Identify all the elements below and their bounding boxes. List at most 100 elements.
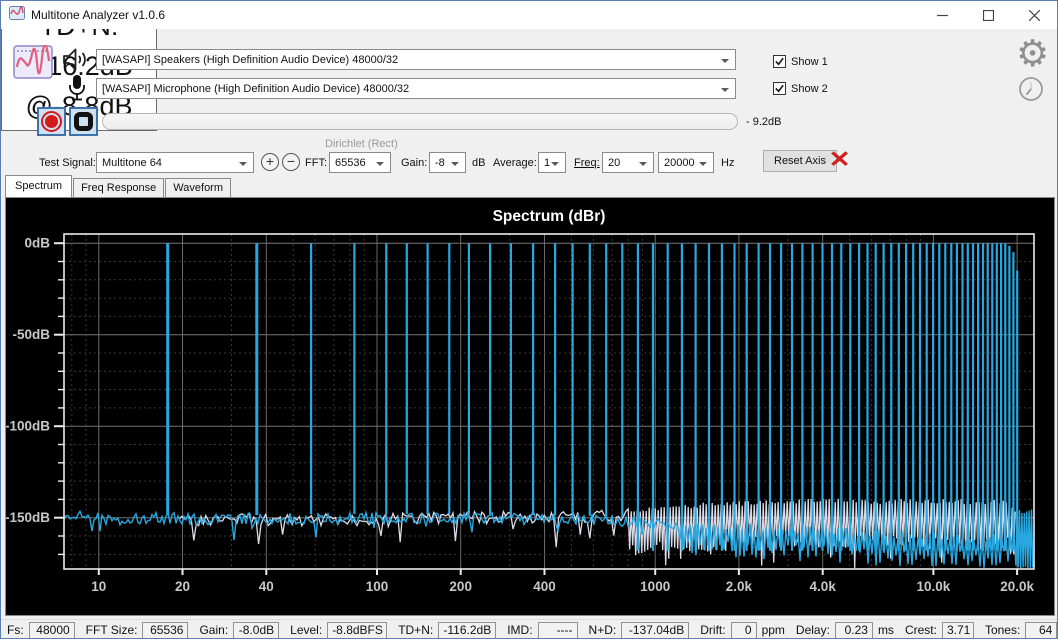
show2-checkbox[interactable]: Show 2 bbox=[773, 82, 828, 95]
speaker-icon bbox=[61, 47, 88, 77]
status-label: TD+N: bbox=[398, 623, 433, 637]
microphone-icon bbox=[67, 74, 87, 107]
close-button[interactable] bbox=[1011, 1, 1057, 29]
chevron-down-icon bbox=[451, 162, 459, 166]
fft-window-label: Dirichlet (Rect) bbox=[325, 138, 398, 150]
status-field-fftsize: FFT Size: 65536 bbox=[86, 622, 189, 639]
history-clock-icon[interactable] bbox=[1017, 75, 1045, 108]
status-field-fs: Fs:48000 bbox=[7, 622, 75, 639]
gain-value: -8 bbox=[435, 157, 445, 169]
gain-select[interactable]: -8 bbox=[429, 152, 466, 173]
freq-high-select[interactable]: 20000 bbox=[658, 152, 714, 173]
svg-text:1000: 1000 bbox=[640, 579, 670, 594]
fft-size-select[interactable]: 65536 bbox=[329, 152, 391, 173]
freq-low-value: 20 bbox=[608, 157, 620, 169]
svg-text:100: 100 bbox=[366, 579, 389, 594]
tab-strip: SpectrumFreq ResponseWaveform bbox=[5, 176, 232, 197]
fft-label: FFT: bbox=[305, 157, 327, 169]
status-value: ---- bbox=[538, 622, 578, 639]
output-device-select[interactable]: [WASAPI] Speakers (High Definition Audio… bbox=[96, 49, 736, 70]
status-field-tdn: TD+N: -116.2dB bbox=[398, 622, 496, 639]
chevron-down-icon bbox=[376, 162, 384, 166]
status-field-delay: Delay:0.23ms bbox=[796, 622, 894, 639]
stop-button[interactable] bbox=[69, 107, 98, 136]
status-unit: ppm bbox=[762, 623, 785, 637]
settings-gear-icon[interactable]: ⚙ bbox=[1016, 35, 1049, 73]
status-field-crest: Crest: 3.71 bbox=[905, 622, 974, 639]
status-field-drift: Drift: 0 ppm bbox=[700, 622, 785, 639]
freq-unit-label: Hz bbox=[721, 157, 734, 169]
test-signal-label: Test Signal: bbox=[39, 157, 96, 169]
maximize-button[interactable] bbox=[965, 1, 1011, 29]
status-bar: Fs:48000 FFT Size: 65536 Gain: -8.0dB Level: -… bbox=[1, 619, 1057, 639]
svg-text:20.0k: 20.0k bbox=[1000, 579, 1034, 594]
input-device-select[interactable]: [WASAPI] Microphone (High Definition Aud… bbox=[96, 78, 736, 99]
svg-text:10.0k: 10.0k bbox=[917, 579, 951, 594]
test-signal-value: Multitone 64 bbox=[102, 157, 162, 169]
svg-text:-50dB: -50dB bbox=[12, 327, 50, 342]
add-tone-button[interactable]: + bbox=[261, 153, 279, 171]
svg-text:2.0k: 2.0k bbox=[726, 579, 753, 594]
reset-axis-label: Reset Axis bbox=[774, 155, 826, 167]
status-field-imd: IMD: ---- bbox=[507, 622, 577, 639]
status-value: 3.71 bbox=[942, 622, 974, 639]
stop-icon bbox=[74, 112, 93, 131]
analyzer-logo-icon[interactable] bbox=[13, 45, 53, 84]
reset-axis-button[interactable]: Reset Axis bbox=[763, 150, 837, 172]
status-label: IMD: bbox=[507, 623, 532, 637]
remove-tone-button[interactable]: − bbox=[282, 153, 300, 171]
clear-icon[interactable]: ✕ bbox=[829, 146, 851, 173]
app-icon-small bbox=[9, 6, 25, 25]
status-value: 65536 bbox=[142, 622, 188, 639]
spectrum-chart[interactable]: 0dB-50dB-100dB-150dB10204010020040010002… bbox=[5, 197, 1055, 616]
tab-freq-response[interactable]: Freq Response bbox=[73, 178, 164, 197]
svg-text:400: 400 bbox=[533, 579, 556, 594]
checkbox-icon bbox=[773, 82, 786, 95]
status-field-gain: Gain: -8.0dB bbox=[199, 622, 279, 639]
gain-unit-label: dB bbox=[472, 157, 485, 169]
status-value: -8.0dB bbox=[233, 622, 279, 639]
svg-text:-100dB: -100dB bbox=[6, 419, 50, 434]
chevron-down-icon bbox=[699, 162, 707, 166]
tab-spectrum[interactable]: Spectrum bbox=[5, 175, 72, 197]
status-label: Drift: bbox=[700, 623, 725, 637]
title-bar[interactable]: Multitone Analyzer v1.0.6 bbox=[1, 1, 1057, 29]
record-icon bbox=[41, 111, 62, 132]
status-value: -116.2dB bbox=[438, 622, 496, 639]
status-unit: ms bbox=[878, 623, 894, 637]
chevron-down-icon bbox=[721, 59, 729, 63]
test-signal-select[interactable]: Multitone 64 bbox=[96, 152, 254, 173]
status-value: 64 bbox=[1025, 622, 1057, 639]
status-label: Crest: bbox=[905, 623, 937, 637]
svg-text:200: 200 bbox=[449, 579, 472, 594]
svg-text:10: 10 bbox=[91, 579, 106, 594]
status-value: 48000 bbox=[29, 622, 75, 639]
app-window: Multitone Analyzer v1.0.6 [WASAPI] Speak… bbox=[0, 0, 1058, 639]
freq-low-select[interactable]: 20 bbox=[602, 152, 654, 173]
status-label: Gain: bbox=[199, 623, 228, 637]
svg-text:4.0k: 4.0k bbox=[810, 579, 837, 594]
freq-label[interactable]: Freq: bbox=[574, 157, 600, 169]
output-device-value: [WASAPI] Speakers (High Definition Audio… bbox=[102, 54, 398, 66]
average-label: Average: bbox=[493, 157, 537, 169]
status-value: -137.04dB bbox=[621, 622, 689, 639]
average-select[interactable]: 1 bbox=[538, 152, 566, 173]
record-button[interactable] bbox=[37, 107, 66, 136]
tab-waveform[interactable]: Waveform bbox=[165, 178, 231, 197]
status-label: FFT Size: bbox=[86, 623, 138, 637]
status-label: N+D: bbox=[589, 623, 617, 637]
monitor-level-text: - 9.2dB bbox=[746, 116, 781, 128]
input-device-value: [WASAPI] Microphone (High Definition Aud… bbox=[102, 83, 409, 95]
chevron-down-icon bbox=[721, 88, 729, 92]
status-label: Delay: bbox=[796, 623, 830, 637]
status-label: Tones: bbox=[985, 623, 1020, 637]
status-label: Level: bbox=[290, 623, 322, 637]
status-value: 0 bbox=[731, 622, 757, 639]
chevron-down-icon bbox=[551, 162, 559, 166]
window-title: Multitone Analyzer v1.0.6 bbox=[31, 8, 165, 22]
average-value: 1 bbox=[544, 157, 550, 169]
show1-label: Show 1 bbox=[791, 56, 828, 68]
checkbox-icon bbox=[773, 55, 786, 68]
minimize-button[interactable] bbox=[919, 1, 965, 29]
show1-checkbox[interactable]: Show 1 bbox=[773, 55, 828, 68]
